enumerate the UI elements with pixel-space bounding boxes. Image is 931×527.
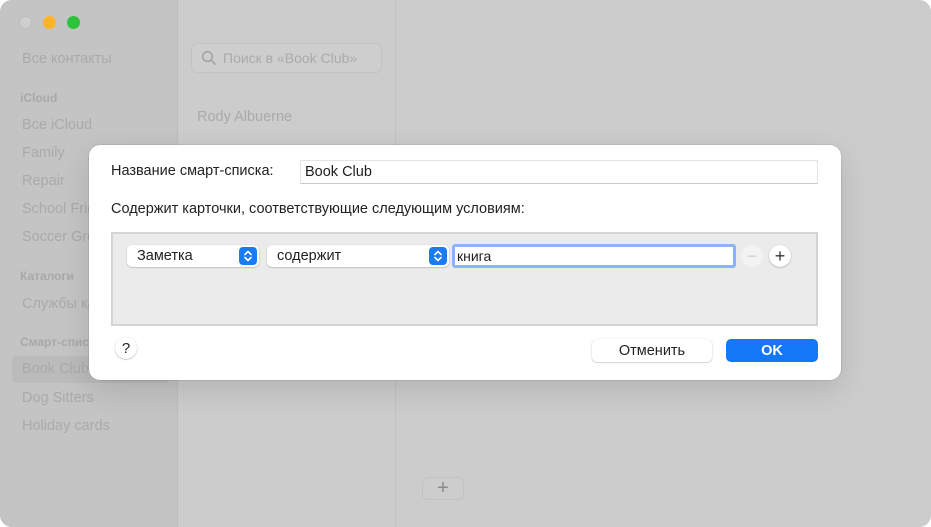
sidebar-item-book-club[interactable]: Book Club xyxy=(22,361,89,377)
rule-value-input[interactable] xyxy=(452,244,736,268)
contact-list-item[interactable]: Rody Albuerne xyxy=(197,109,292,125)
sidebar-item-family[interactable]: Family xyxy=(22,145,65,161)
conditions-label: Содержит карточки, соответствующие следу… xyxy=(111,201,525,217)
minimize-window-button[interactable] xyxy=(43,16,56,29)
smart-list-name-label: Название смарт-списка: xyxy=(111,163,274,179)
remove-rule-button[interactable]: − xyxy=(741,245,763,267)
sidebar-item-all-icloud[interactable]: Все iCloud xyxy=(22,117,92,133)
sidebar-item-repair[interactable]: Repair xyxy=(22,173,65,189)
search-icon xyxy=(201,50,216,65)
maximize-window-button[interactable] xyxy=(67,16,80,29)
sidebar-section-icloud: iCloud xyxy=(20,91,58,105)
field-popup-value: Заметка xyxy=(137,248,193,264)
sidebar-section-directories: Каталоги xyxy=(20,269,74,283)
sidebar-item-all-contacts[interactable]: Все контакты xyxy=(22,51,112,67)
search-placeholder: Поиск в «Book Club» xyxy=(223,50,358,66)
add-contact-button[interactable]: + xyxy=(422,477,464,500)
operator-popup[interactable]: содержит xyxy=(267,245,449,267)
sidebar-item-dog-sitters[interactable]: Dog Sitters xyxy=(22,390,94,406)
rules-box: Заметка содержит − + xyxy=(111,232,818,326)
sidebar-item-holiday-cards[interactable]: Holiday cards xyxy=(22,418,110,434)
operator-popup-value: содержит xyxy=(277,248,342,264)
search-field[interactable]: Поиск в «Book Club» xyxy=(191,43,382,73)
cancel-button[interactable]: Отменить xyxy=(592,339,712,362)
window-controls xyxy=(19,16,80,29)
smart-list-name-input[interactable] xyxy=(300,160,818,184)
smart-list-dialog: Название смарт-списка: Содержит карточки… xyxy=(89,145,841,380)
ok-button[interactable]: OK xyxy=(726,339,818,362)
contacts-window: Все контакты iCloud Все iCloud Family Re… xyxy=(0,0,931,527)
add-rule-button[interactable]: + xyxy=(769,245,791,267)
popup-chevrons-icon xyxy=(239,247,257,265)
field-popup[interactable]: Заметка xyxy=(127,245,259,267)
popup-chevrons-icon xyxy=(429,247,447,265)
close-window-button[interactable] xyxy=(19,16,32,29)
help-button[interactable]: ? xyxy=(115,337,137,359)
